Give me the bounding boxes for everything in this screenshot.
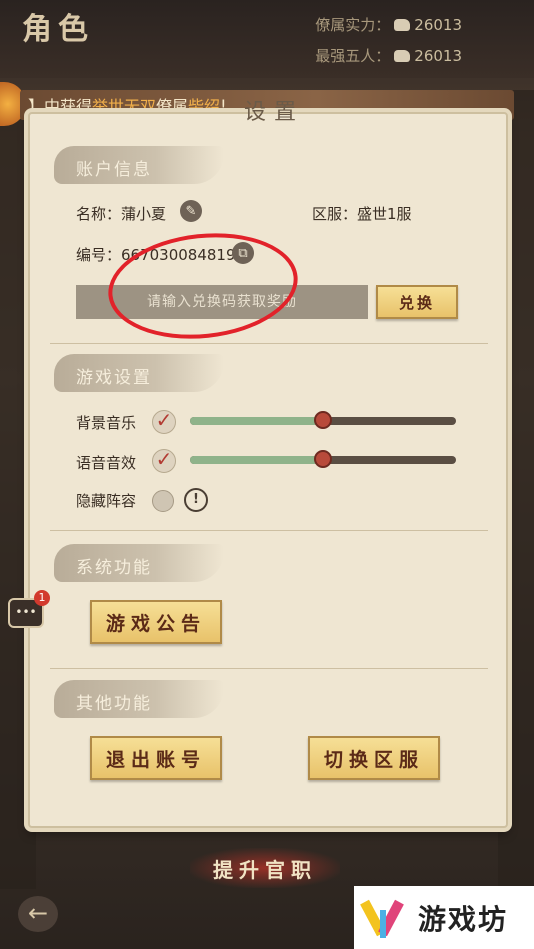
bgm-label: 背景音乐 [76, 414, 137, 432]
watermark-text: 游戏坊 [418, 902, 509, 936]
player-name-label: 名称：蒲小夏 [76, 205, 167, 223]
switch-server-button[interactable]: 切换区服 [308, 736, 440, 780]
info-icon[interactable]: ! [184, 488, 208, 512]
promote-rank-button[interactable]: 提升官职 [190, 848, 340, 888]
retainer-power-stat: 僚属实力： 26013 [315, 14, 462, 35]
voice-slider[interactable] [190, 450, 456, 468]
game-notice-button[interactable]: 游戏公告 [90, 600, 222, 644]
watermark: 游戏坊 [354, 886, 534, 949]
top-five-label: 最强五人： [315, 47, 391, 65]
settings-panel-title: 设置 [244, 100, 305, 125]
retainer-power-label: 僚属实力： [315, 16, 391, 34]
system-section-title: 系统功能 [76, 558, 152, 578]
account-section-title: 账户信息 [76, 160, 152, 180]
bgm-slider-knob[interactable] [314, 411, 332, 429]
redeem-button[interactable]: 兑换 [376, 285, 458, 319]
section-divider [50, 530, 488, 531]
voice-slider-knob[interactable] [314, 450, 332, 468]
bgm-slider[interactable] [190, 411, 456, 429]
bgm-slider-fill [190, 417, 323, 425]
fist-icon [394, 49, 411, 62]
back-arrow-icon[interactable]: ← [18, 896, 58, 932]
logout-button[interactable]: 退出账号 [90, 736, 222, 780]
section-divider [50, 668, 488, 669]
watermark-logo [360, 896, 408, 940]
server-label: 区服：盛世1服 [312, 205, 412, 223]
retainer-power-value: 26013 [414, 15, 462, 34]
chat-notification-badge: 1 [34, 590, 50, 606]
section-divider [50, 343, 488, 344]
fist-icon [394, 18, 411, 31]
voice-label: 语音音效 [76, 454, 137, 472]
edit-name-icon[interactable]: ✎ [180, 200, 202, 222]
top-bar: 角色 僚属实力： 26013 最强五人： 26013 [0, 0, 534, 78]
bgm-checkbox[interactable]: ✓ [152, 410, 176, 434]
other-section-title: 其他功能 [76, 694, 152, 714]
game-section-title: 游戏设置 [76, 368, 152, 388]
hide-lineup-label: 隐藏阵容 [76, 492, 137, 510]
page-title: 角色 [22, 12, 94, 47]
voice-checkbox[interactable]: ✓ [152, 449, 176, 473]
voice-slider-fill [190, 456, 323, 464]
top-five-stat: 最强五人： 26013 [315, 45, 462, 66]
hide-lineup-toggle[interactable] [152, 490, 174, 512]
top-five-value: 26013 [414, 46, 462, 65]
